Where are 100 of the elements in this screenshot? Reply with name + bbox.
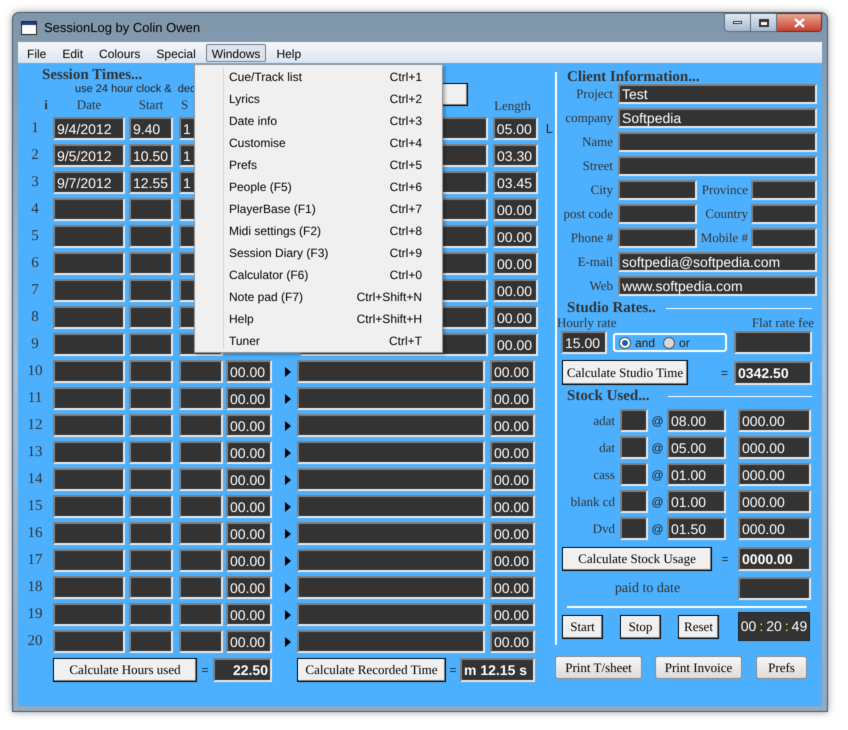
action-button[interactable]: Calculate Studio Time	[562, 360, 688, 385]
start-field[interactable]	[129, 198, 173, 221]
hours-field[interactable]: 00.00	[226, 495, 272, 518]
quantity-field[interactable]	[620, 436, 648, 459]
date-field[interactable]	[53, 630, 125, 653]
stock-total-field[interactable]: 000.00	[738, 517, 811, 540]
price-field[interactable]: 01.00	[667, 463, 726, 486]
date-field[interactable]: 9/7/2012	[53, 171, 125, 194]
paid-field[interactable]	[738, 577, 811, 600]
menu-option[interactable]: Lyrics Ctrl+2	[195, 88, 442, 110]
quantity-field[interactable]	[620, 517, 648, 540]
start-field[interactable]	[129, 468, 173, 491]
menu-option[interactable]: People (F5) Ctrl+6	[195, 176, 442, 198]
hours-field[interactable]: 00.00	[226, 468, 272, 491]
price-field[interactable]: 01.50	[667, 517, 726, 540]
client-field[interactable]: Test	[618, 84, 817, 104]
length-field[interactable]: 03.45	[493, 171, 538, 194]
date-field[interactable]	[53, 603, 125, 626]
footer-button[interactable]: Prefs	[756, 656, 807, 679]
stock-total-field[interactable]: 000.00	[738, 463, 811, 486]
start-field[interactable]	[129, 414, 173, 437]
length-field[interactable]: 00.00	[490, 576, 535, 599]
track-field[interactable]	[297, 360, 485, 383]
hours-total-field[interactable]: 22.50	[213, 658, 272, 682]
length-field[interactable]: 00.00	[493, 279, 538, 302]
track-field[interactable]	[297, 630, 485, 653]
action-button[interactable]: Stop	[620, 614, 661, 638]
menu-option[interactable]: Tuner Ctrl+T	[195, 330, 442, 352]
start-field[interactable]	[129, 387, 173, 410]
date-field[interactable]	[53, 495, 125, 518]
time-field[interactable]	[179, 603, 223, 626]
menu-option[interactable]: Cue/Track list Ctrl+1	[195, 66, 442, 88]
length-field[interactable]: 00.00	[493, 333, 538, 356]
start-field[interactable]: 9.40	[128, 117, 173, 140]
footer-button[interactable]: Print Invoice	[655, 656, 742, 679]
menu-option[interactable]: Midi settings (F2) Ctrl+8	[195, 220, 442, 242]
action-button[interactable]: Calculate Hours used	[53, 658, 197, 682]
menu-item[interactable]: Special	[150, 44, 202, 62]
length-field[interactable]: 00.00	[490, 414, 535, 437]
track-field[interactable]	[297, 441, 485, 464]
quantity-field[interactable]	[620, 490, 648, 513]
length-field[interactable]: 00.00	[490, 549, 535, 572]
date-field[interactable]	[53, 441, 125, 464]
flat-rate-field[interactable]	[734, 331, 812, 354]
stock-sum-field[interactable]: 0000.00	[738, 547, 811, 571]
length-field[interactable]: 00.00	[493, 306, 538, 329]
footer-button[interactable]: Print T/sheet	[555, 656, 642, 679]
date-field[interactable]	[53, 306, 125, 329]
menu-option[interactable]: Date info Ctrl+3	[195, 110, 442, 132]
start-field[interactable]	[129, 495, 173, 518]
hours-field[interactable]: 00.00	[226, 360, 272, 383]
action-button[interactable]: Calculate Stock Usage	[562, 547, 712, 571]
menu-option[interactable]: Note pad (F7) Ctrl+Shift+N	[195, 286, 442, 308]
start-field[interactable]	[129, 549, 173, 572]
date-field[interactable]	[53, 576, 125, 599]
length-field[interactable]: 00.00	[490, 495, 535, 518]
quantity-field[interactable]	[620, 409, 648, 432]
menu-option[interactable]: Session Diary (F3) Ctrl+9	[195, 242, 442, 264]
time-field[interactable]	[179, 495, 223, 518]
date-field[interactable]	[53, 387, 125, 410]
menu-option[interactable]: Customise Ctrl+4	[195, 132, 442, 154]
time-field[interactable]	[179, 549, 223, 572]
length-field[interactable]: 00.00	[493, 225, 538, 248]
hours-field[interactable]: 00.00	[226, 414, 272, 437]
date-field[interactable]: 9/4/2012	[52, 117, 125, 140]
length-field[interactable]: 00.00	[490, 387, 535, 410]
start-field[interactable]	[129, 576, 173, 599]
client-field[interactable]: softpedia@softpedia.com	[618, 252, 817, 272]
date-field[interactable]	[53, 198, 125, 221]
action-button[interactable]: Calculate Recorded Time	[297, 658, 446, 682]
menu-item[interactable]: Windows	[206, 44, 266, 62]
track-field[interactable]	[297, 549, 485, 572]
client-field[interactable]	[751, 204, 817, 224]
length-field[interactable]: 03.30	[493, 144, 538, 167]
date-field[interactable]	[53, 549, 125, 572]
client-field[interactable]	[618, 180, 697, 200]
menu-option[interactable]: Help Ctrl+Shift+H	[195, 308, 442, 330]
time-field[interactable]	[179, 522, 223, 545]
stock-total-field[interactable]: 000.00	[738, 409, 811, 432]
start-field[interactable]	[129, 306, 173, 329]
maximize-button[interactable]	[751, 13, 777, 32]
menu-item[interactable]: Edit	[56, 44, 90, 62]
client-field[interactable]	[618, 228, 697, 248]
price-field[interactable]: 05.00	[667, 436, 726, 459]
time-field[interactable]	[179, 576, 223, 599]
menu-option[interactable]: Calculator (F6) Ctrl+0	[195, 264, 442, 286]
menu-item[interactable]: File	[21, 44, 52, 62]
date-field[interactable]	[53, 468, 125, 491]
time-field[interactable]	[179, 360, 223, 383]
date-field[interactable]: 9/5/2012	[53, 144, 125, 167]
track-field[interactable]	[297, 468, 485, 491]
hours-field[interactable]: 00.00	[226, 522, 272, 545]
stock-total-field[interactable]: 000.00	[738, 436, 811, 459]
start-field[interactable]: 10.50	[129, 144, 173, 167]
date-field[interactable]	[53, 279, 125, 302]
length-field[interactable]: 05.00	[492, 117, 538, 140]
hours-field[interactable]: 00.00	[226, 630, 272, 653]
track-field[interactable]	[297, 414, 485, 437]
action-button[interactable]: Start	[562, 614, 603, 638]
radio-option[interactable]: or	[663, 334, 690, 352]
